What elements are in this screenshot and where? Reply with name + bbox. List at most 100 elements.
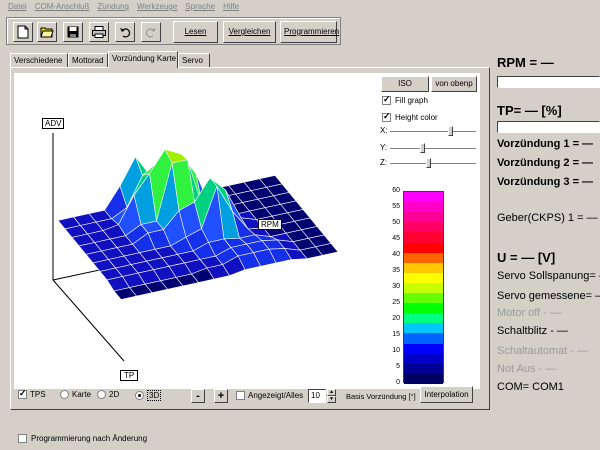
color-scale-tick-label: 20 (392, 315, 400, 322)
vorzuendung-3-readout: Vorzündung 3 = — (497, 176, 594, 188)
karte-option[interactable]: Karte (60, 390, 91, 399)
programmierung-checkbox[interactable] (18, 434, 27, 443)
color-scale-bar (403, 191, 444, 385)
color-scale-band (404, 212, 443, 223)
color-scale-band (404, 313, 443, 324)
com-port-status: COM= COM1 (497, 381, 564, 393)
menu-bar: Datei COM-Anschluß Zündung Werkzeuge Spr… (0, 0, 600, 13)
top-view-button[interactable]: von obenp (431, 76, 477, 92)
new-file-icon[interactable] (13, 22, 33, 42)
open-folder-icon[interactable] (37, 22, 57, 42)
tab-mottorad[interactable]: Mottorad (68, 53, 108, 67)
color-scale-tick-label: 45 (392, 235, 400, 242)
zoom-out-button[interactable]: - (191, 389, 205, 403)
2d-option[interactable]: 2D (97, 390, 119, 399)
y-rotation-slider[interactable] (390, 143, 476, 153)
spin-down-icon[interactable]: ▼ (327, 396, 336, 403)
menu-com-anschluss[interactable]: COM-Anschluß (31, 0, 94, 13)
2d-radio[interactable] (97, 390, 106, 399)
vorzuendung-2-readout: Vorzündung 2 = — (497, 157, 594, 169)
fill-graph-option[interactable]: Fill graph (382, 94, 428, 105)
color-scale-tick-label: 25 (392, 299, 400, 306)
tps-option[interactable]: TPS (18, 388, 46, 399)
color-scale-band (404, 282, 443, 294)
y-rotation-label: Y: (380, 143, 388, 152)
basis-spin-buttons[interactable]: ▲ ▼ (327, 389, 336, 403)
rpm-axis-label: RPM (258, 219, 282, 230)
color-scale-band (404, 303, 443, 314)
color-scale-band (404, 333, 443, 345)
color-scale-band (404, 262, 443, 274)
vergleichen-button[interactable]: Vergleichen (223, 21, 276, 43)
angezeigt-checkbox[interactable] (236, 391, 245, 400)
color-scale-band (404, 353, 443, 365)
menu-datei[interactable]: Datei (4, 0, 31, 13)
z-slider-thumb[interactable] (426, 158, 431, 168)
color-scale-tick-label: 0 (396, 379, 400, 386)
surface-mesh (57, 148, 339, 300)
print-icon[interactable] (89, 22, 109, 42)
programmierung-label: Programmierung nach Änderung (31, 434, 148, 443)
color-scale-band (404, 242, 443, 254)
tab-vorzuendung-karte[interactable]: Vorzündung Karte (108, 51, 178, 68)
programmierung-option[interactable]: Programmierung nach Änderung (18, 434, 147, 443)
spin-up-icon[interactable]: ▲ (327, 389, 336, 396)
menu-zuendung[interactable]: Zündung (93, 0, 133, 13)
fill-graph-label: Fill graph (395, 96, 428, 105)
color-scale-band (404, 192, 443, 203)
tps-label: TPS (30, 390, 46, 399)
lesen-button[interactable]: Lesen (173, 21, 218, 43)
voltage-readout: U = — [V] (497, 250, 556, 265)
color-scale-band (404, 293, 443, 304)
color-scale-tick-label: 5 (396, 363, 400, 370)
z-rotation-label: Z: (380, 158, 388, 167)
color-scale-tick-label: 60 (392, 187, 400, 194)
2d-label: 2D (109, 390, 120, 399)
color-scale-tick-label: 55 (392, 203, 400, 210)
save-disk-icon[interactable] (63, 22, 83, 42)
toolbar: Lesen Vergleichen Programmieren (6, 17, 341, 45)
y-slider-thumb[interactable] (420, 143, 426, 153)
color-scale-tick-label: 50 (392, 219, 400, 226)
karte-label: Karte (72, 390, 92, 399)
tp-bar (497, 121, 600, 133)
tab-servo[interactable]: Servo (178, 53, 210, 67)
color-scale-band (404, 373, 443, 385)
height-color-option[interactable]: Height color (382, 111, 438, 122)
rpm-bar (497, 76, 600, 88)
tps-checkbox[interactable] (18, 388, 27, 399)
angezeigt-option[interactable]: Angezeigt/Alles (236, 391, 303, 400)
color-scale-band (404, 232, 443, 243)
geber-readout: Geber(CKPS) 1 = — (497, 212, 598, 224)
redo-icon[interactable] (141, 22, 161, 42)
basis-vorzuendung-label: Basis Vorzündung [°] (346, 392, 416, 401)
tp-axis-line (52, 279, 125, 362)
interpolation-button[interactable]: Interpolation (420, 386, 473, 403)
color-scale-band (404, 343, 443, 355)
menu-sprache[interactable]: Sprache (181, 0, 219, 13)
color-scale-band (404, 222, 443, 233)
karte-radio[interactable] (60, 390, 69, 399)
undo-icon[interactable] (115, 22, 135, 42)
3d-option[interactable]: 3D (135, 390, 162, 401)
height-color-checkbox[interactable] (382, 111, 391, 122)
angezeigt-label: Angezeigt/Alles (248, 391, 304, 400)
3d-radio[interactable] (135, 391, 144, 400)
x-slider-thumb[interactable] (447, 126, 453, 136)
fill-graph-checkbox[interactable] (382, 94, 391, 105)
basis-spin-input[interactable]: 10 (308, 389, 326, 403)
zoom-in-button[interactable]: + (214, 389, 228, 403)
schaltblitz-status: Schaltblitz - — (497, 325, 568, 337)
color-scale-band (404, 202, 443, 213)
schaltautomat-status: Schaltautomat - — (497, 345, 589, 357)
tab-verschiedene[interactable]: Verschiedene (10, 53, 68, 67)
iso-view-button[interactable]: ISO (381, 76, 429, 92)
z-rotation-slider[interactable] (390, 158, 476, 168)
x-rotation-slider[interactable] (390, 126, 476, 136)
menu-hilfe[interactable]: Hilfe (219, 0, 243, 13)
menu-werkzeuge[interactable]: Werkzeuge (133, 0, 181, 13)
rpm-readout: RPM = — (497, 55, 554, 70)
color-scale-legend: 60 55 50 45 40 35 30 25 20 15 10 5 0 (370, 186, 448, 386)
tp-readout: TP= — [%] (497, 103, 562, 118)
programmieren-button[interactable]: Programmieren (280, 21, 339, 43)
